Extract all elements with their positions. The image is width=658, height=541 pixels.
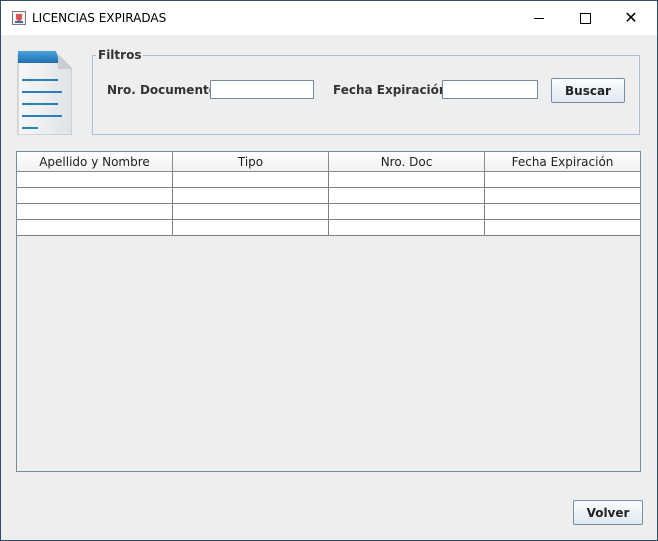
maximize-icon bbox=[579, 12, 591, 24]
table-cell[interactable] bbox=[329, 172, 485, 187]
filters-legend: Filtros bbox=[96, 48, 144, 62]
table-cell[interactable] bbox=[485, 188, 640, 203]
close-button[interactable]: ✕ bbox=[608, 1, 654, 35]
search-button[interactable]: Buscar bbox=[551, 78, 625, 103]
column-header-tipo[interactable]: Tipo bbox=[173, 152, 329, 171]
table-cell[interactable] bbox=[17, 172, 173, 187]
table-cell[interactable] bbox=[485, 172, 640, 187]
java-cup-icon bbox=[12, 11, 26, 25]
table-cell[interactable] bbox=[173, 204, 329, 219]
back-button[interactable]: Volver bbox=[573, 500, 643, 525]
table-cell[interactable] bbox=[485, 204, 640, 219]
document-icon bbox=[17, 51, 72, 135]
table-cell[interactable] bbox=[485, 220, 640, 235]
table-cell[interactable] bbox=[17, 188, 173, 203]
title-bar: LICENCIAS EXPIRADAS ✕ bbox=[1, 1, 657, 35]
table-row[interactable] bbox=[17, 172, 640, 188]
minimize-icon bbox=[534, 17, 544, 19]
table-cell[interactable] bbox=[173, 172, 329, 187]
expiration-date-label: Fecha Expiración bbox=[333, 83, 448, 97]
results-table[interactable]: Apellido y Nombre Tipo Nro. Doc Fecha Ex… bbox=[16, 151, 641, 472]
app-window: LICENCIAS EXPIRADAS ✕ Filtros Nro. Docum… bbox=[0, 0, 658, 541]
window-title: LICENCIAS EXPIRADAS bbox=[32, 11, 167, 25]
column-header-fecha[interactable]: Fecha Expiración bbox=[485, 152, 640, 171]
table-cell[interactable] bbox=[329, 188, 485, 203]
doc-number-input[interactable] bbox=[210, 80, 314, 99]
table-row[interactable] bbox=[17, 188, 640, 204]
table-cell[interactable] bbox=[329, 204, 485, 219]
column-header-nombre[interactable]: Apellido y Nombre bbox=[17, 152, 173, 171]
table-cell[interactable] bbox=[329, 220, 485, 235]
minimize-button[interactable] bbox=[516, 1, 562, 35]
doc-number-label: Nro. Documento bbox=[107, 83, 217, 97]
table-row[interactable] bbox=[17, 220, 640, 236]
table-row[interactable] bbox=[17, 204, 640, 220]
table-cell[interactable] bbox=[173, 220, 329, 235]
table-cell[interactable] bbox=[173, 188, 329, 203]
table-header: Apellido y Nombre Tipo Nro. Doc Fecha Ex… bbox=[17, 152, 640, 172]
close-icon: ✕ bbox=[624, 8, 638, 27]
table-cell[interactable] bbox=[17, 204, 173, 219]
column-header-nro-doc[interactable]: Nro. Doc bbox=[329, 152, 485, 171]
maximize-button[interactable] bbox=[562, 1, 608, 35]
table-cell[interactable] bbox=[17, 220, 173, 235]
table-body bbox=[17, 172, 640, 236]
expiration-date-input[interactable] bbox=[442, 80, 538, 99]
